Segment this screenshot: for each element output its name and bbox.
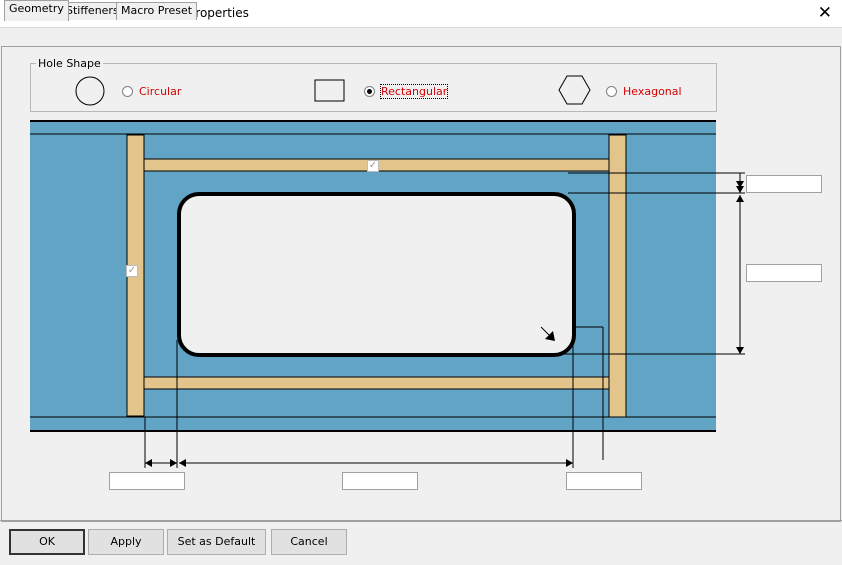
top-stiffener-checkbox[interactable]: ✓ [367,160,379,172]
left-stiffener-checkbox[interactable]: ✓ [126,265,138,277]
arrow-icon [736,347,744,354]
hole-width-input[interactable] [342,472,418,490]
ok-button[interactable]: OK [9,529,85,555]
arrow-icon [736,195,744,202]
corner-radius-input[interactable] [566,472,642,490]
top-offset-input[interactable] [746,175,822,193]
set-as-default-button[interactable]: Set as Default [167,529,266,555]
tab-geometry[interactable]: Geometry [4,0,69,21]
arrow-icon [566,459,573,467]
web-opening-diagram [30,120,745,468]
right-vertical-stiffener [608,134,627,418]
arrow-icon [145,459,152,467]
footer-separator [0,520,842,521]
hole-height-input[interactable] [746,264,822,282]
stiffener-offset-input[interactable] [109,472,185,490]
cancel-button[interactable]: Cancel [271,529,347,555]
rectangular-hole [177,192,576,357]
arrow-icon [179,459,186,467]
apply-button[interactable]: Apply [88,529,164,555]
arrow-icon [736,186,744,193]
arrow-icon [170,459,177,467]
bottom-horizontal-stiffener [143,376,610,390]
